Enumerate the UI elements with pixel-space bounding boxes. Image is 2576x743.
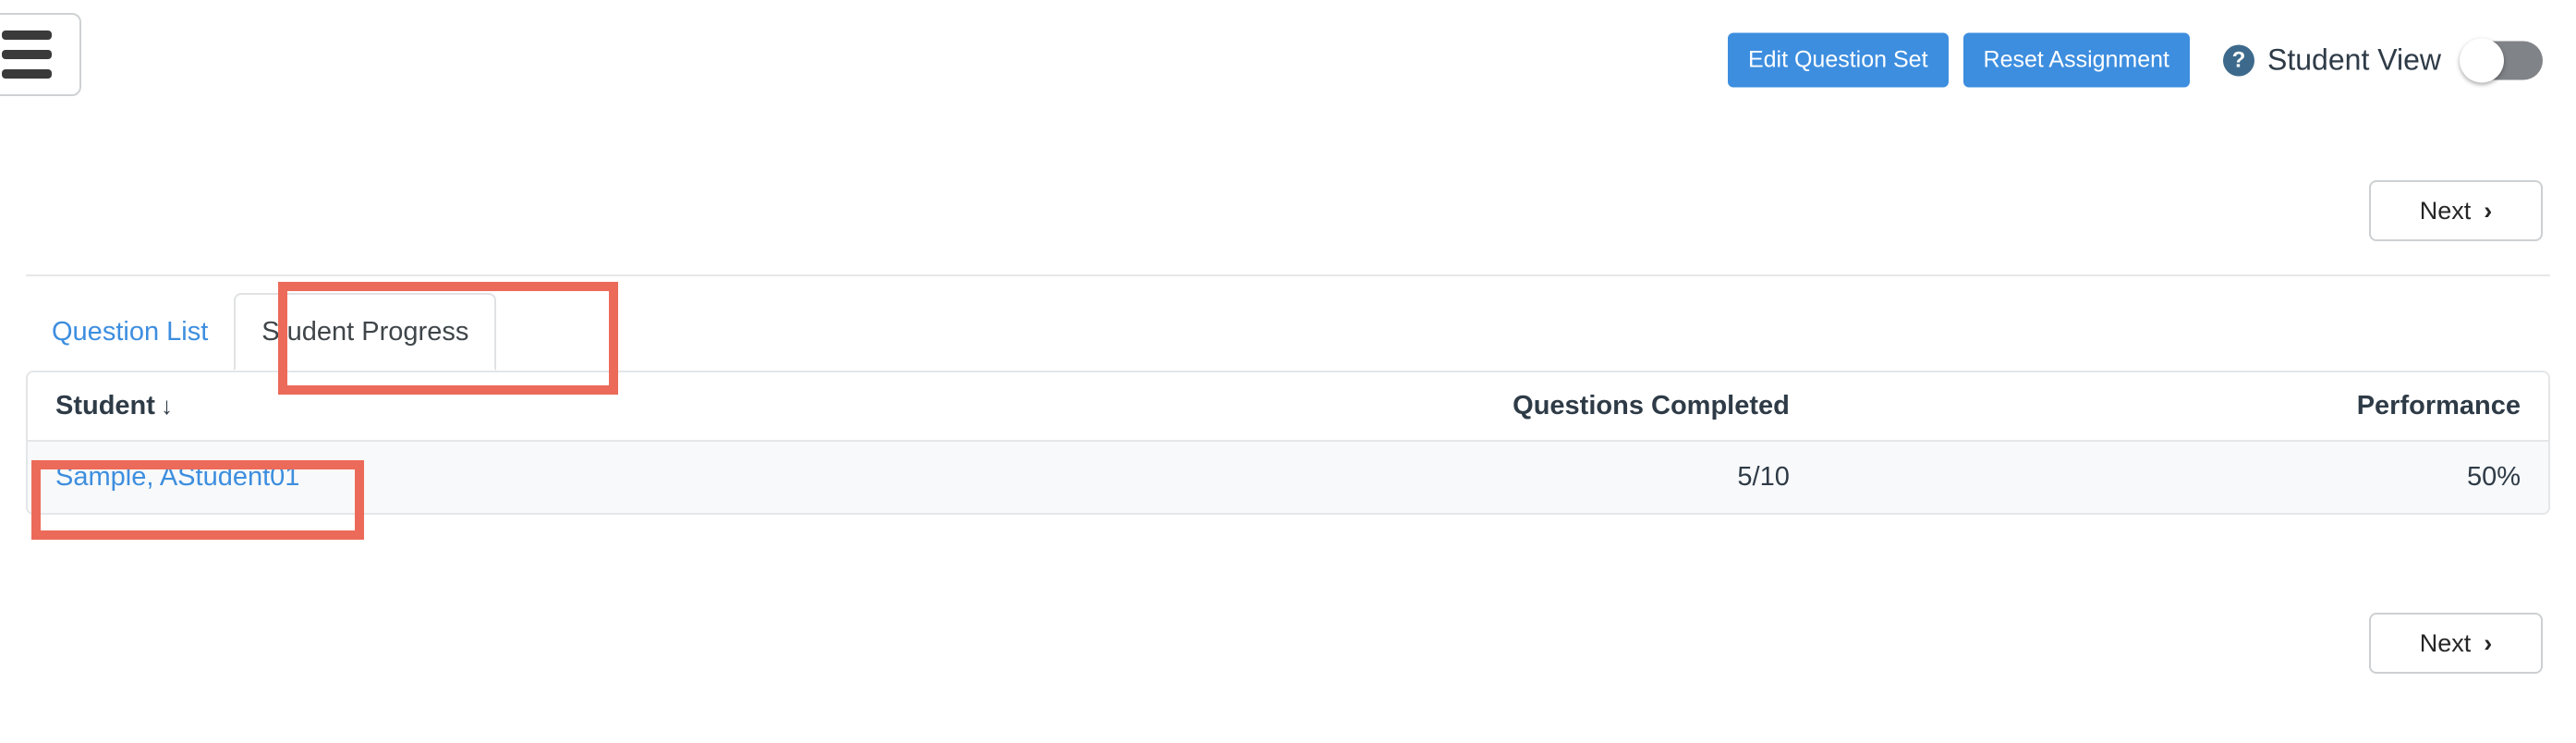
chevron-right-icon-bottom: › xyxy=(2484,628,2493,657)
hamburger-bar-3 xyxy=(2,69,52,79)
table-body: Sample, AStudent01 5/10 50% xyxy=(28,441,2548,513)
student-progress-table: Student ↓ Questions Completed Performance… xyxy=(28,372,2548,513)
tab-bar: Question List Student Progress xyxy=(26,293,497,371)
table-row: Sample, AStudent01 5/10 50% xyxy=(28,441,2548,513)
column-header-student-label: Student xyxy=(55,391,155,420)
content-divider xyxy=(26,274,2550,276)
hamburger-bar-2 xyxy=(2,50,52,59)
next-button-top[interactable]: Next › xyxy=(2369,180,2543,241)
tab-student-progress[interactable]: Student Progress xyxy=(234,293,497,371)
tab-student-progress-label: Student Progress xyxy=(261,316,469,347)
column-header-questions-completed[interactable]: Questions Completed xyxy=(1086,372,1817,442)
student-view-toggle[interactable] xyxy=(2460,38,2543,82)
toggle-knob xyxy=(2460,38,2504,82)
student-view-label: Student View xyxy=(2267,43,2441,77)
cell-performance: 50% xyxy=(1817,441,2548,513)
reset-assignment-button[interactable]: Reset Assignment xyxy=(1962,32,2191,88)
edit-question-set-button[interactable]: Edit Question Set xyxy=(1727,32,1949,88)
next-button-top-label: Next xyxy=(2419,196,2472,225)
column-header-questions-completed-label: Questions Completed xyxy=(1513,391,1790,420)
chevron-right-icon: › xyxy=(2484,196,2493,225)
cell-student-name: Sample, AStudent01 xyxy=(28,441,1087,513)
student-name-link[interactable]: Sample, AStudent01 xyxy=(55,462,299,492)
table-header-row: Student ↓ Questions Completed Performance xyxy=(28,372,2548,442)
student-view-control: ? Student View xyxy=(2223,38,2543,82)
next-button-bottom[interactable]: Next › xyxy=(2369,613,2543,674)
top-bar: Edit Question Set Reset Assignment ? Stu… xyxy=(0,0,2576,129)
student-progress-table-container: Student ↓ Questions Completed Performance… xyxy=(26,371,2550,515)
column-header-performance-label: Performance xyxy=(2356,391,2521,420)
question-mark-help-icon[interactable]: ? xyxy=(2223,44,2255,76)
tab-question-list-label: Question List xyxy=(52,316,209,347)
column-header-performance[interactable]: Performance xyxy=(1817,372,2548,442)
tab-question-list[interactable]: Question List xyxy=(26,293,234,371)
hamburger-menu-button[interactable] xyxy=(0,13,81,96)
column-header-student[interactable]: Student ↓ xyxy=(28,372,1087,442)
top-actions: Edit Question Set Reset Assignment ? Stu… xyxy=(1727,32,2543,88)
sort-descending-icon: ↓ xyxy=(160,392,173,420)
cell-questions-completed: 5/10 xyxy=(1086,441,1817,513)
hamburger-bar-1 xyxy=(2,30,52,40)
next-button-bottom-label: Next xyxy=(2419,628,2472,657)
table-head: Student ↓ Questions Completed Performance xyxy=(28,372,2548,442)
